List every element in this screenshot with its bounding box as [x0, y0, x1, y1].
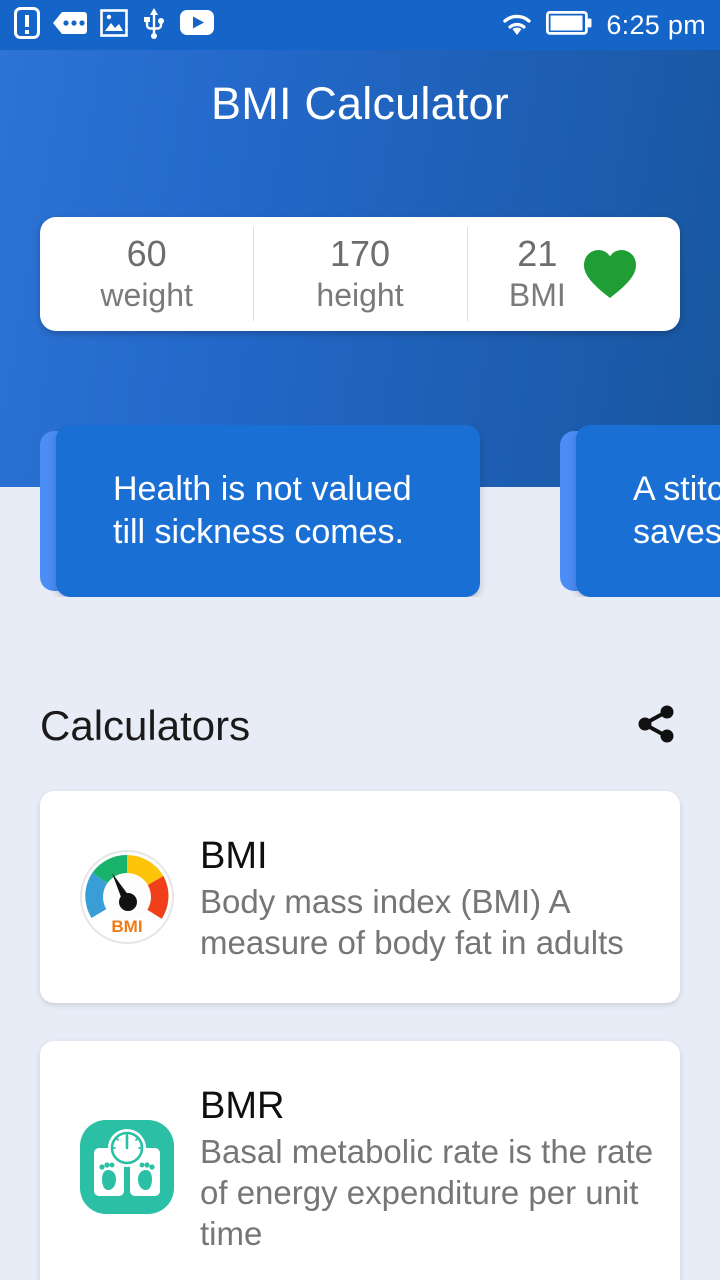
stats-summary-card[interactable]: 60 weight 170 height 21 BMI [40, 217, 680, 331]
stat-weight[interactable]: 60 weight [40, 217, 253, 331]
youtube-icon [180, 10, 214, 40]
quote-card[interactable]: A stitc saves [576, 425, 720, 597]
quote-card[interactable]: Health is not valued till sickness comes… [56, 425, 480, 597]
share-icon [633, 701, 679, 752]
status-bar: 6:25 pm [0, 0, 720, 50]
stat-bmi[interactable]: 21 BMI [466, 217, 680, 331]
message-icon [53, 10, 87, 41]
calculator-title: BMR [200, 1084, 285, 1127]
stat-weight-value: 60 [126, 233, 167, 274]
calculator-item-bmr[interactable]: BMR Basal metabolic rate is the rate of … [40, 1041, 680, 1280]
calculator-title: BMI [200, 835, 268, 877]
stat-bmi-label: BMI [508, 277, 566, 313]
stat-height[interactable]: 170 height [253, 217, 466, 331]
status-bar-right-icons: 6:25 pm [500, 9, 706, 42]
section-title: Calculators [40, 702, 251, 749]
calculator-description: Basal metabolic rate is the rate of ener… [200, 1132, 654, 1252]
stat-bmi-value: 21 [517, 233, 558, 274]
quote-text: A stitc saves [633, 470, 720, 551]
calculators-section-header: Calculators [40, 697, 680, 755]
calculator-item-text: BMI Body mass index (BMI) A measure of b… [200, 831, 660, 963]
calculator-item-bmi[interactable]: BMI BMI Body mass index (BMI) A measure … [40, 791, 680, 1003]
image-icon [100, 8, 128, 42]
svg-text:BMI: BMI [111, 917, 142, 936]
page-title: BMI Calculator [211, 78, 509, 129]
bmi-gauge-icon: BMI [78, 848, 176, 946]
share-button[interactable] [632, 702, 680, 750]
wifi-icon [500, 9, 534, 42]
stat-weight-label: weight [100, 277, 193, 313]
calculator-description: Body mass index (BMI) A measure of body … [200, 883, 624, 961]
status-bar-left-icons [14, 6, 214, 44]
calculator-item-text: BMR Basal metabolic rate is the rate of … [200, 1081, 660, 1254]
battery-icon [546, 10, 592, 40]
quotes-carousel[interactable]: Health is not valued till sickness comes… [0, 425, 720, 597]
stat-height-value: 170 [329, 233, 391, 274]
status-bar-clock: 6:25 pm [606, 9, 706, 40]
sim-alert-icon [14, 6, 40, 44]
usb-icon [141, 7, 167, 44]
heart-icon [582, 248, 638, 300]
quote-text: Health is not valued till sickness comes… [113, 470, 412, 551]
weight-scale-icon [78, 1118, 176, 1216]
stat-height-label: height [316, 277, 404, 313]
